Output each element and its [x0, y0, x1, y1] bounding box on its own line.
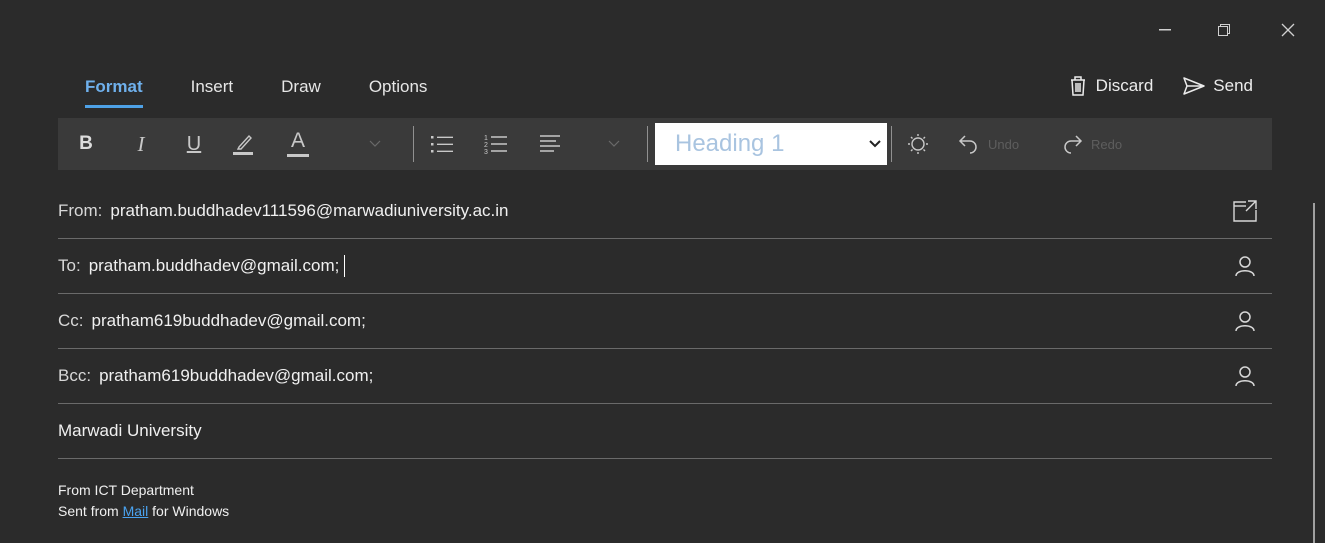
font-color-button[interactable]: A	[284, 118, 312, 170]
toolbar-divider	[413, 126, 414, 162]
bold-button[interactable]: B	[75, 118, 97, 170]
close-icon[interactable]	[1273, 18, 1303, 42]
numbered-list-button[interactable]: 1 2 3	[483, 118, 509, 170]
from-label: From:	[58, 201, 103, 220]
discard-button[interactable]: Discard	[1068, 75, 1154, 97]
send-label: Send	[1213, 76, 1253, 95]
numbered-list-icon: 1 2 3	[484, 135, 507, 155]
contact-picker-icon[interactable]	[1232, 253, 1258, 279]
contact-picker-icon[interactable]	[1232, 308, 1258, 334]
subject-field[interactable]: Marwadi University	[58, 421, 202, 441]
ribbon-tabs: Format Insert Draw Options	[85, 76, 475, 112]
style-value: Heading 1	[675, 130, 785, 157]
message-body[interactable]: From ICT Department Sent from Mail for W…	[58, 480, 229, 522]
bullet-list-button[interactable]	[429, 118, 455, 170]
body-line: From ICT Department	[58, 482, 194, 498]
pop-out-icon[interactable]	[1232, 198, 1258, 224]
subject-row[interactable]: Marwadi University	[58, 404, 1272, 459]
redo-label: Redo	[1091, 136, 1123, 152]
mail-link[interactable]: Mail	[123, 503, 149, 519]
font-color-swatch	[287, 154, 309, 157]
toolbar-divider	[891, 126, 892, 162]
cc-field[interactable]: pratham619buddhadev@gmail.com;	[92, 311, 366, 331]
svg-text:1: 1	[484, 135, 488, 142]
message-actions: Discard Send	[1038, 75, 1253, 97]
undo-label: Undo	[988, 136, 1020, 152]
bcc-row[interactable]: Bcc: pratham619buddhadev@gmail.com;	[58, 349, 1272, 404]
chevron-down-icon	[608, 140, 620, 147]
send-button[interactable]: Send	[1183, 76, 1253, 96]
redo-icon	[1064, 135, 1083, 154]
italic-button[interactable]: I	[130, 118, 152, 170]
toolbar-divider	[647, 126, 648, 162]
to-label: To:	[58, 256, 81, 275]
minimize-icon[interactable]	[1150, 18, 1180, 42]
sun-icon	[908, 134, 928, 154]
signature-suffix: for Windows	[152, 503, 230, 519]
text-cursor	[344, 255, 346, 277]
contact-picker-icon[interactable]	[1232, 363, 1258, 389]
highlighter-icon	[233, 134, 253, 155]
title-bar	[0, 0, 1325, 60]
align-left-icon	[540, 135, 560, 152]
paragraph-align-button[interactable]	[537, 118, 563, 170]
highlight-button[interactable]	[225, 118, 261, 170]
chevron-down-icon	[369, 140, 381, 147]
font-color-label: A	[290, 129, 305, 152]
underline-button[interactable]: U	[183, 118, 205, 170]
svg-text:2: 2	[484, 142, 488, 149]
styles-button[interactable]	[904, 118, 932, 170]
signature-prefix: Sent from	[58, 503, 119, 519]
send-icon	[1183, 77, 1206, 95]
tab-options[interactable]: Options	[369, 76, 428, 112]
paragraph-dropdown[interactable]	[604, 118, 624, 170]
redo-button[interactable]: Redo	[1061, 118, 1147, 170]
bcc-field[interactable]: pratham619buddhadev@gmail.com;	[99, 366, 373, 386]
undo-button[interactable]: Undo	[958, 118, 1044, 170]
svg-text:3: 3	[484, 149, 488, 155]
format-toolbar: B I U A 1 2 3 Heading 1 Undo Redo	[58, 118, 1272, 170]
restore-icon[interactable]	[1209, 18, 1239, 42]
from-value[interactable]: pratham.buddhadev111596@marwadiuniversit…	[110, 201, 508, 221]
signature-line: Sent from Mail for Windows	[58, 501, 229, 522]
tab-insert[interactable]: Insert	[191, 76, 234, 112]
font-color-dropdown[interactable]	[365, 118, 385, 170]
scrollbar[interactable]	[1313, 203, 1315, 543]
discard-label: Discard	[1095, 76, 1154, 95]
bullet-list-icon	[431, 136, 453, 153]
chevron-down-icon	[863, 140, 887, 148]
cc-label: Cc:	[58, 311, 84, 330]
tab-format[interactable]: Format	[85, 76, 143, 112]
to-field[interactable]: pratham.buddhadev@gmail.com;	[89, 256, 340, 276]
from-row[interactable]: From: pratham.buddhadev111596@marwadiuni…	[58, 184, 1272, 239]
cc-row[interactable]: Cc: pratham619buddhadev@gmail.com;	[58, 294, 1272, 349]
undo-icon	[958, 135, 977, 154]
bcc-label: Bcc:	[58, 366, 92, 385]
trash-icon	[1070, 76, 1085, 96]
to-row[interactable]: To: pratham.buddhadev@gmail.com;	[58, 239, 1272, 294]
style-dropdown[interactable]: Heading 1	[655, 123, 887, 165]
tab-draw[interactable]: Draw	[281, 76, 321, 112]
